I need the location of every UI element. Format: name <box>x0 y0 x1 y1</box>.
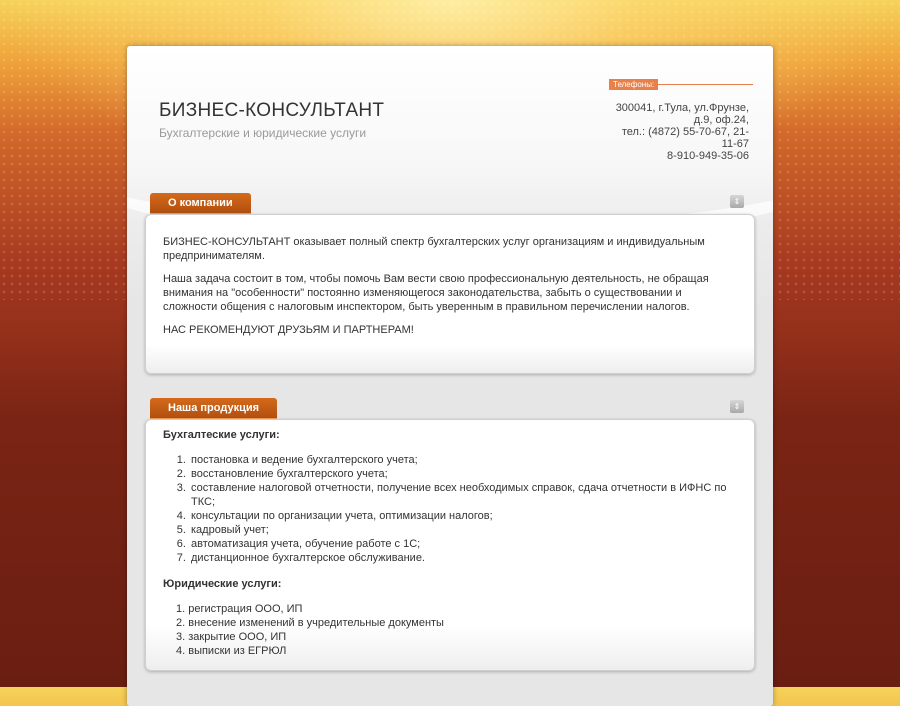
page-container: БИЗНЕС-КОНСУЛЬТАНТ Бухгалтерские и юриди… <box>127 46 773 706</box>
list-item: 4. выписки из ЕГРЮЛ <box>176 645 287 657</box>
about-paragraph: БИЗНЕС-КОНСУЛЬТАНТ оказывает полный спек… <box>163 236 705 262</box>
legal-heading: Юридические услуги: <box>163 578 282 590</box>
contact-line: тел.: (4872) 55-70-67, 21- <box>621 126 749 138</box>
contact-line: д.9, оф.24, <box>693 114 749 126</box>
list-item: 2. внесение изменений в учредительные до… <box>176 617 444 629</box>
site-title[interactable]: БИЗНЕС-КОНСУЛЬТАНТ <box>159 100 384 122</box>
contacts-block: 300041, г.Тула, ул.Фрунзе, д.9, оф.24, т… <box>609 102 749 162</box>
list-item: автоматизация учета, обучение работе с 1… <box>189 537 737 551</box>
contact-line: 300041, г.Тула, ул.Фрунзе, <box>615 102 749 114</box>
list-item: 1. регистрация ООО, ИП <box>176 603 303 615</box>
tab-products[interactable]: Наша продукция <box>150 398 278 419</box>
accounting-heading: Бухгалтеские услуги: <box>163 429 280 441</box>
list-item: дистанционное бухгалтерское обслуживание… <box>189 551 737 565</box>
phones-tab: Телефоны: <box>609 74 753 90</box>
list-item: консультации по организации учета, оптим… <box>189 509 737 523</box>
collapse-icon[interactable]: ⇕ <box>730 195 744 208</box>
about-body: БИЗНЕС-КОНСУЛЬТАНТ оказывает полный спек… <box>145 214 755 374</box>
about-paragraph: Наша задача состоит в том, чтобы помочь … <box>163 273 709 313</box>
list-item: восстановление бухгалтерского учета; <box>189 467 737 481</box>
products-body: Бухгалтеские услуги: постановка и ведени… <box>145 419 755 671</box>
site-subtitle: Бухгалтерские и юридические услуги <box>159 126 367 140</box>
list-item: составление налоговой отчетности, получе… <box>189 481 737 509</box>
list-item: кадровый учет; <box>189 523 737 537</box>
list-item: 3. закрытие ООО, ИП <box>176 631 287 643</box>
site-brand: БИЗНЕС-КОНСУЛЬТАНТ Бухгалтерские и юриди… <box>159 100 384 140</box>
contact-line: 8-910-949-35-06 <box>667 150 749 162</box>
tab-about[interactable]: О компании <box>150 193 251 214</box>
collapse-icon[interactable]: ⇕ <box>730 400 744 413</box>
accounting-list: постановка и ведение бухгалтерского учет… <box>163 453 737 565</box>
legal-list: 1. регистрация ООО, ИП 2. внесение измен… <box>163 602 737 658</box>
phones-label: Телефоны: <box>609 79 659 90</box>
list-item: постановка и ведение бухгалтерского учет… <box>189 453 737 467</box>
about-paragraph: НАС РЕКОМЕНДУЮТ ДРУЗЬЯМ И ПАРТНЕРАМ! <box>163 324 414 336</box>
contact-line: 11-67 <box>721 138 749 150</box>
